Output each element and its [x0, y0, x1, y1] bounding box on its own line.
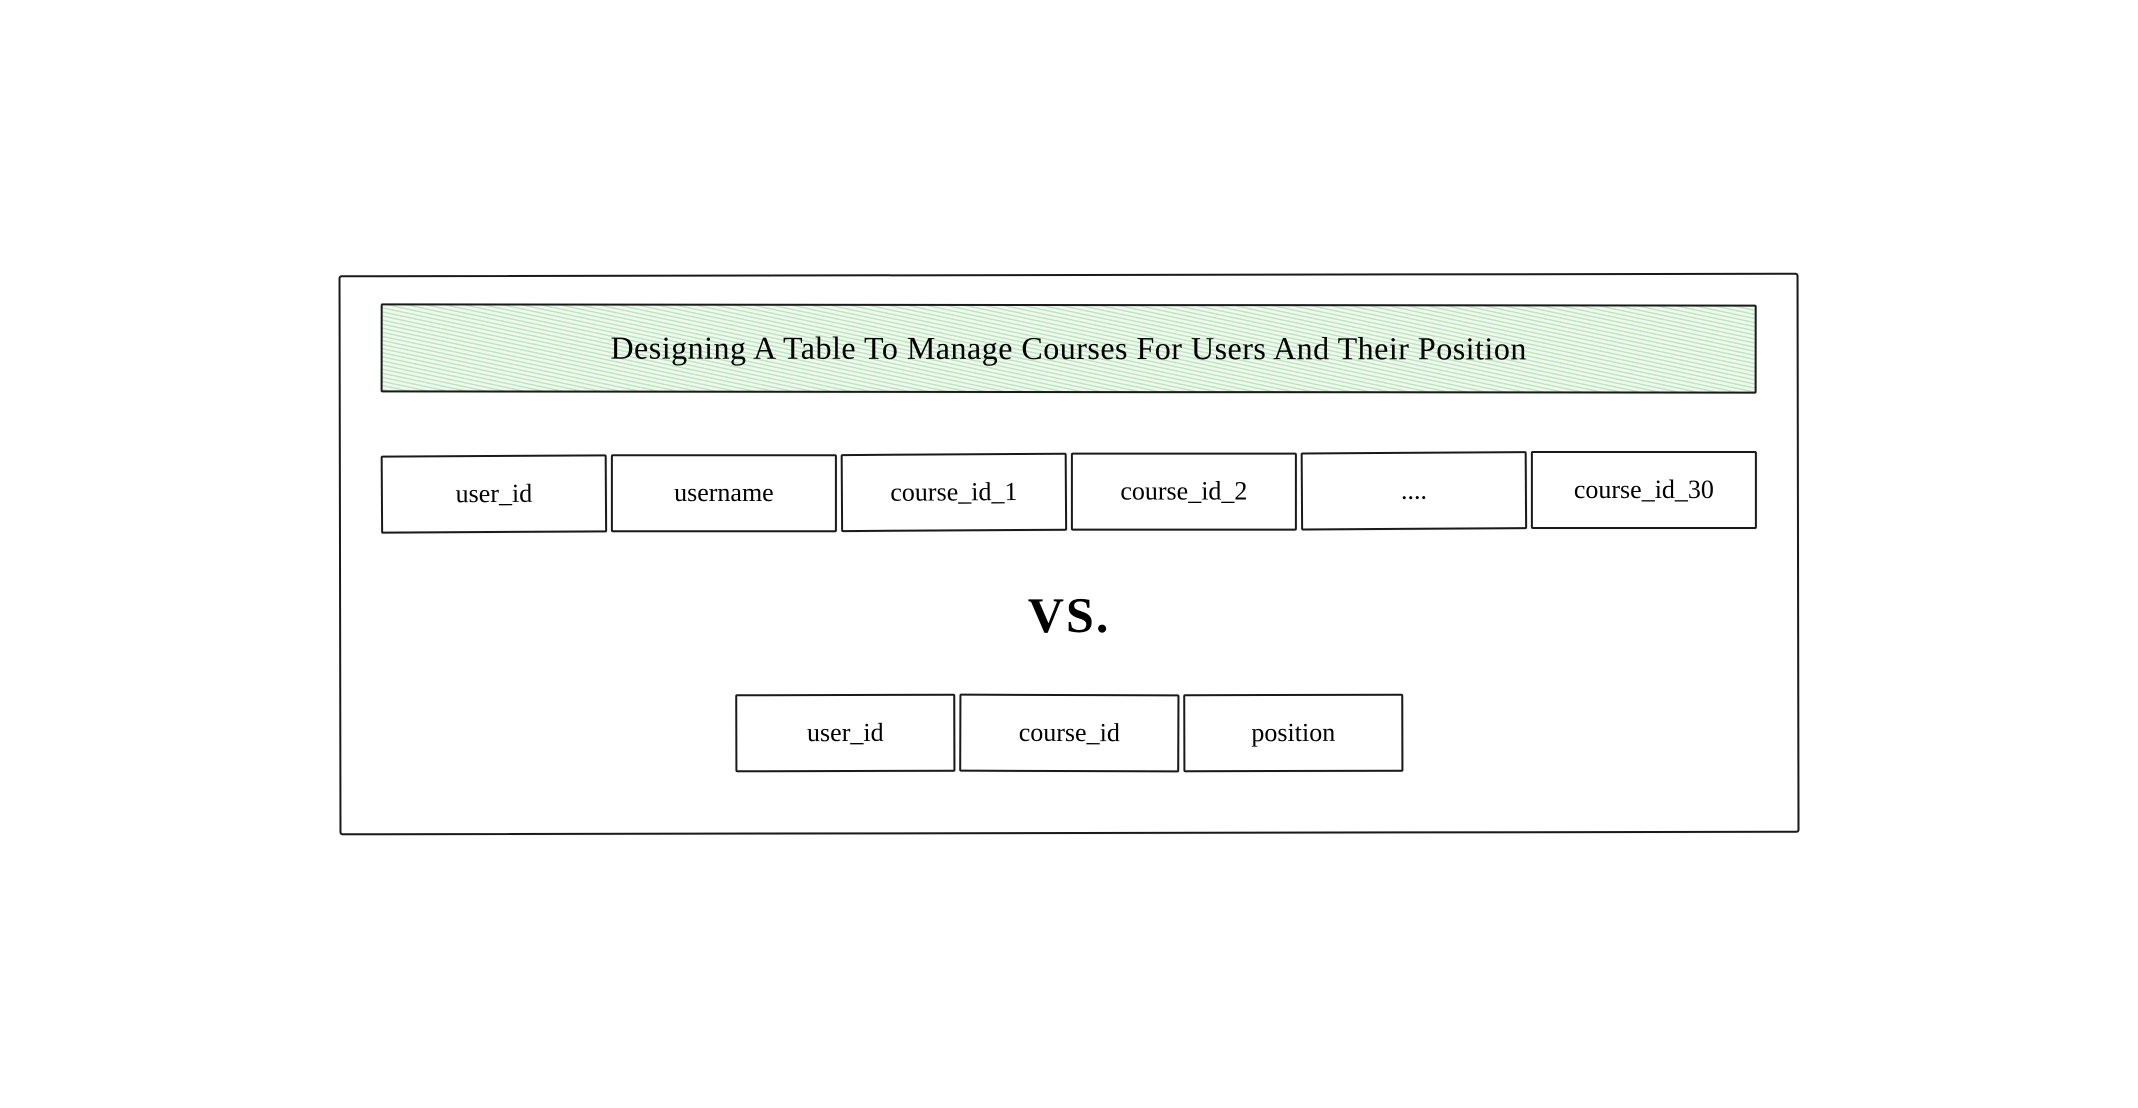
cell-label: course_id — [1019, 718, 1120, 747]
cell-course-id-1: course_id_1 — [841, 453, 1067, 532]
cell-label: user_id — [807, 718, 884, 747]
cell-username: username — [611, 454, 837, 532]
cell-label: course_id_30 — [1574, 475, 1714, 504]
cell-label: course_id_1 — [890, 477, 1017, 507]
cell-label: user_id — [456, 479, 533, 508]
cell-label: position — [1251, 718, 1335, 747]
cell-user-id-narrow: user_id — [735, 694, 955, 773]
title-banner: Designing A Table To Manage Courses For … — [381, 303, 1757, 393]
cell-position: position — [1183, 694, 1403, 773]
cell-course-id-30: course_id_30 — [1531, 451, 1757, 529]
schema-narrow-row: user_id course_id position — [381, 694, 1757, 772]
vs-label: VS. — [381, 585, 1757, 645]
cell-course-id-narrow: course_id — [959, 694, 1179, 773]
cell-user-id: user_id — [381, 454, 607, 533]
cell-label: username — [674, 478, 774, 507]
schema-wide-row: user_id username course_id_1 course_id_2… — [381, 451, 1757, 534]
cell-label: course_id_2 — [1120, 477, 1247, 506]
diagram-frame: Designing A Table To Manage Courses For … — [339, 273, 1800, 836]
cell-label: .... — [1401, 476, 1427, 505]
cell-ellipsis: .... — [1301, 451, 1527, 530]
cell-course-id-2: course_id_2 — [1071, 453, 1297, 531]
